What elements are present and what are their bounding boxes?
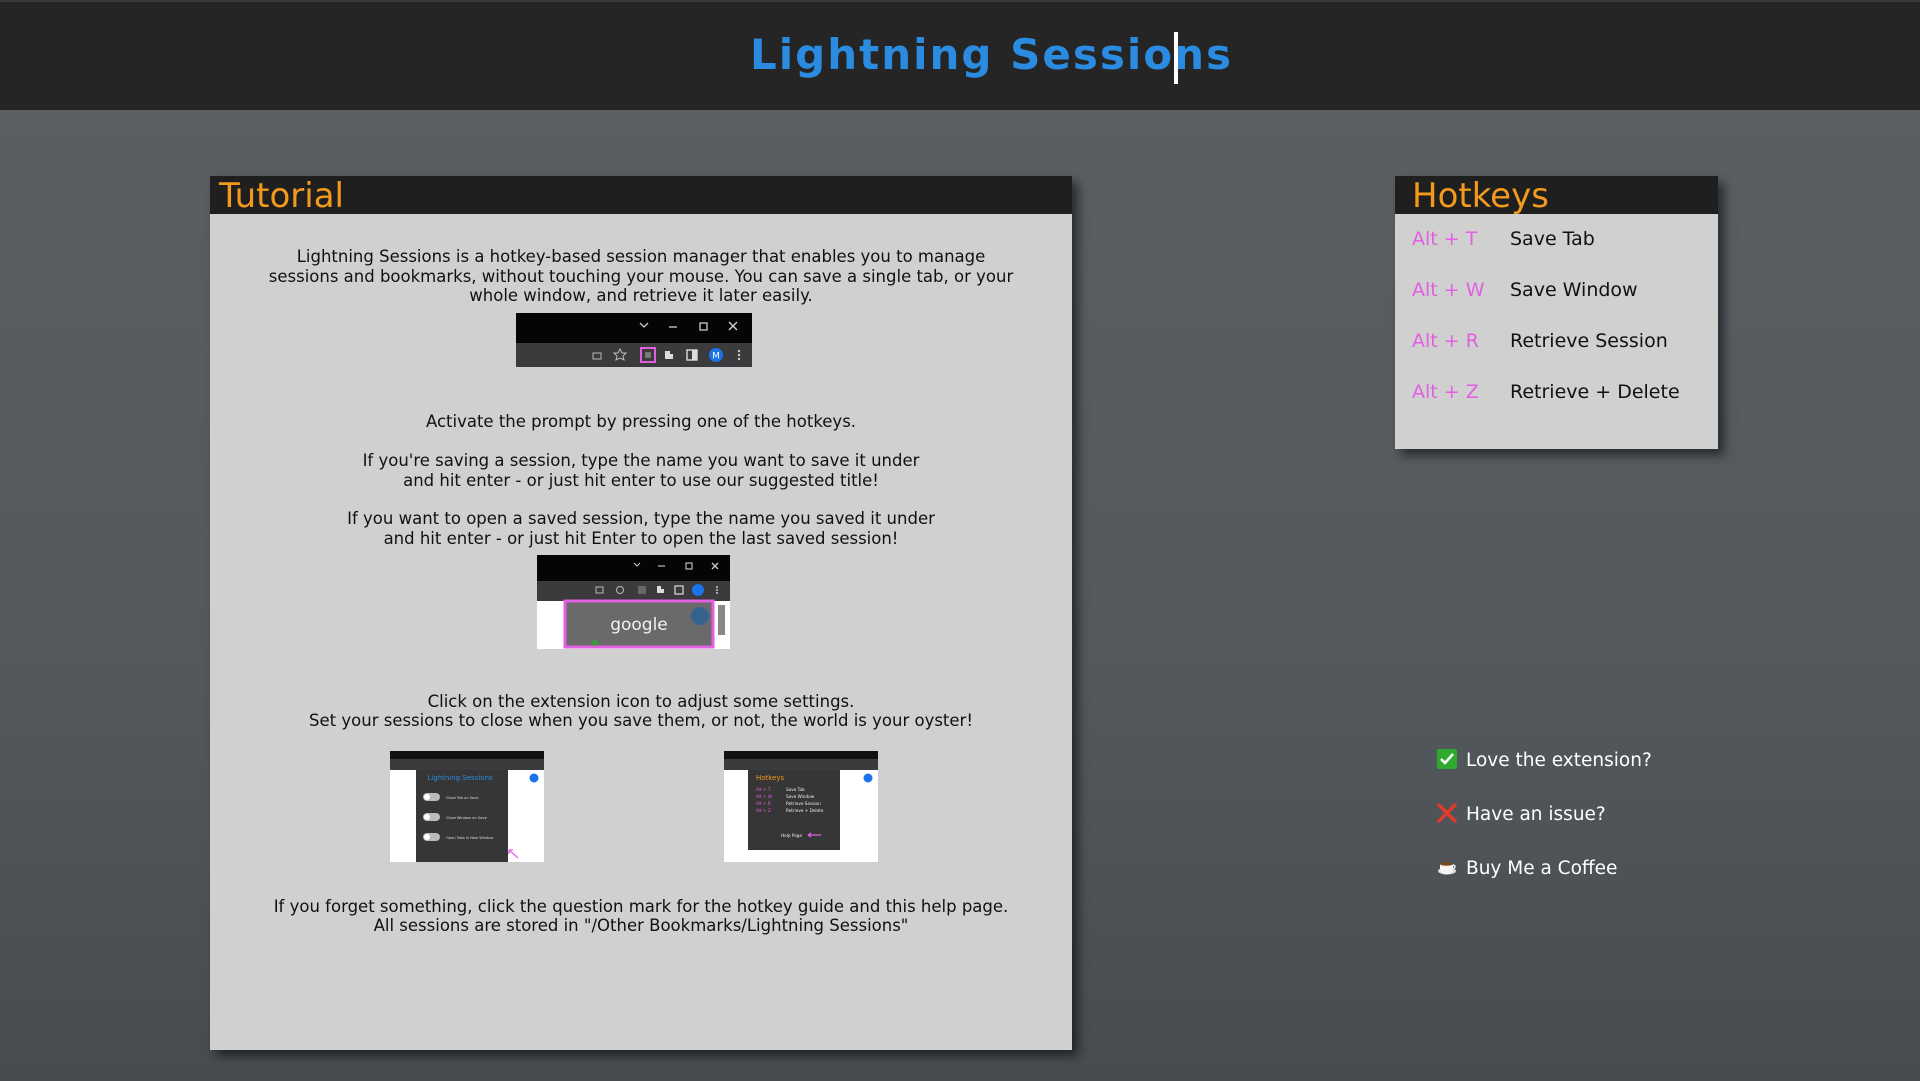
hotkey-action: Retrieve + Delete xyxy=(1510,381,1680,403)
coffee-cup-icon xyxy=(1436,856,1458,878)
hotkey-action: Save Window xyxy=(1510,279,1638,301)
saving-text: If you're saving a session, type the nam… xyxy=(362,451,920,490)
toolbar-screenshot: M xyxy=(516,313,752,367)
hotkey-key: Alt + R xyxy=(1412,330,1479,352)
love-extension-link[interactable]: Love the extension? xyxy=(1436,748,1652,771)
svg-text:Help Page: Help Page xyxy=(781,833,802,838)
svg-text:Alt + Z: Alt + Z xyxy=(756,808,771,813)
svg-text:Close Tab on Save: Close Tab on Save xyxy=(446,796,479,800)
svg-text:Retrieve Session: Retrieve Session xyxy=(786,801,821,806)
tutorial-panel: Tutorial Lightning Sessions is a hotkey-… xyxy=(210,176,1072,1050)
settings-line-1: Click on the extension icon to adjust so… xyxy=(427,692,855,711)
svg-text:Alt + T: Alt + T xyxy=(756,787,771,792)
svg-text:Open Tabs in New Window: Open Tabs in New Window xyxy=(446,836,493,840)
buy-coffee-label: Buy Me a Coffee xyxy=(1466,858,1618,879)
forget-line-2: All sessions are stored in "/Other Bookm… xyxy=(373,916,909,935)
svg-text:Retrieve + Delete: Retrieve + Delete xyxy=(786,808,824,813)
hotkey-key: Alt + W xyxy=(1412,279,1485,301)
hotkey-row-save-window: Alt + W Save Window xyxy=(1412,279,1638,301)
hotkeys-heading: Hotkeys xyxy=(1395,176,1718,214)
hotkey-key: Alt + T xyxy=(1412,228,1478,250)
buy-coffee-link[interactable]: Buy Me a Coffee xyxy=(1436,856,1617,879)
svg-text:Alt + W: Alt + W xyxy=(756,794,772,799)
page-title: Lightning Sessions xyxy=(750,30,1233,79)
opening-text: If you want to open a saved session, typ… xyxy=(347,509,935,548)
svg-text:Hotkeys: Hotkeys xyxy=(756,774,785,782)
hotkey-row-save-tab: Alt + T Save Tab xyxy=(1412,228,1595,250)
hotkeys-panel: Hotkeys Alt + T Save Tab Alt + W Save Wind… xyxy=(1395,176,1718,449)
hotkeys-popup-screenshot: Hotkeys Alt + T Save Tab Alt + W Save Wi… xyxy=(724,751,878,862)
svg-text:M: M xyxy=(712,352,720,362)
svg-text:Save Tab: Save Tab xyxy=(786,787,805,792)
svg-text:Alt + R: Alt + R xyxy=(756,801,771,806)
svg-text:Close Window on Save: Close Window on Save xyxy=(446,816,487,820)
report-issue-link[interactable]: Have an issue? xyxy=(1436,802,1606,825)
prompt-screenshot: google xyxy=(537,555,730,649)
hotkey-row-retrieve-session: Alt + R Retrieve Session xyxy=(1412,330,1668,352)
hotkey-row-retrieve-delete: Alt + Z Retrieve + Delete xyxy=(1412,381,1680,403)
check-box-icon xyxy=(1436,748,1458,770)
activate-text: Activate the prompt by pressing one of t… xyxy=(425,412,857,431)
svg-text:Save Window: Save Window xyxy=(786,794,815,799)
hotkey-key: Alt + Z xyxy=(1412,381,1479,403)
tutorial-body[interactable]: Lightning Sessions is a hotkey-based ses… xyxy=(210,214,1072,1050)
text-caret xyxy=(1174,32,1178,84)
settings-line-2: Set your sessions to close when you save… xyxy=(309,711,973,730)
hotkey-action: Save Tab xyxy=(1510,228,1595,250)
love-extension-label: Love the extension? xyxy=(1466,750,1652,771)
hotkey-action: Retrieve Session xyxy=(1510,330,1668,352)
top-header: Lightning Sessions xyxy=(0,0,1920,110)
settings-screenshot: Lightning Sessions Close Tab on Save Clo… xyxy=(390,751,544,862)
intro-text: Lightning Sessions is a hotkey-based ses… xyxy=(268,247,1014,305)
red-x-icon xyxy=(1436,802,1458,824)
report-issue-label: Have an issue? xyxy=(1466,804,1606,825)
forget-line-1: If you forget something, click the quest… xyxy=(273,897,1009,916)
prompt-text: google xyxy=(610,615,668,635)
tutorial-heading: Tutorial xyxy=(210,176,1072,214)
svg-text:Lightning Sessions: Lightning Sessions xyxy=(427,774,493,782)
